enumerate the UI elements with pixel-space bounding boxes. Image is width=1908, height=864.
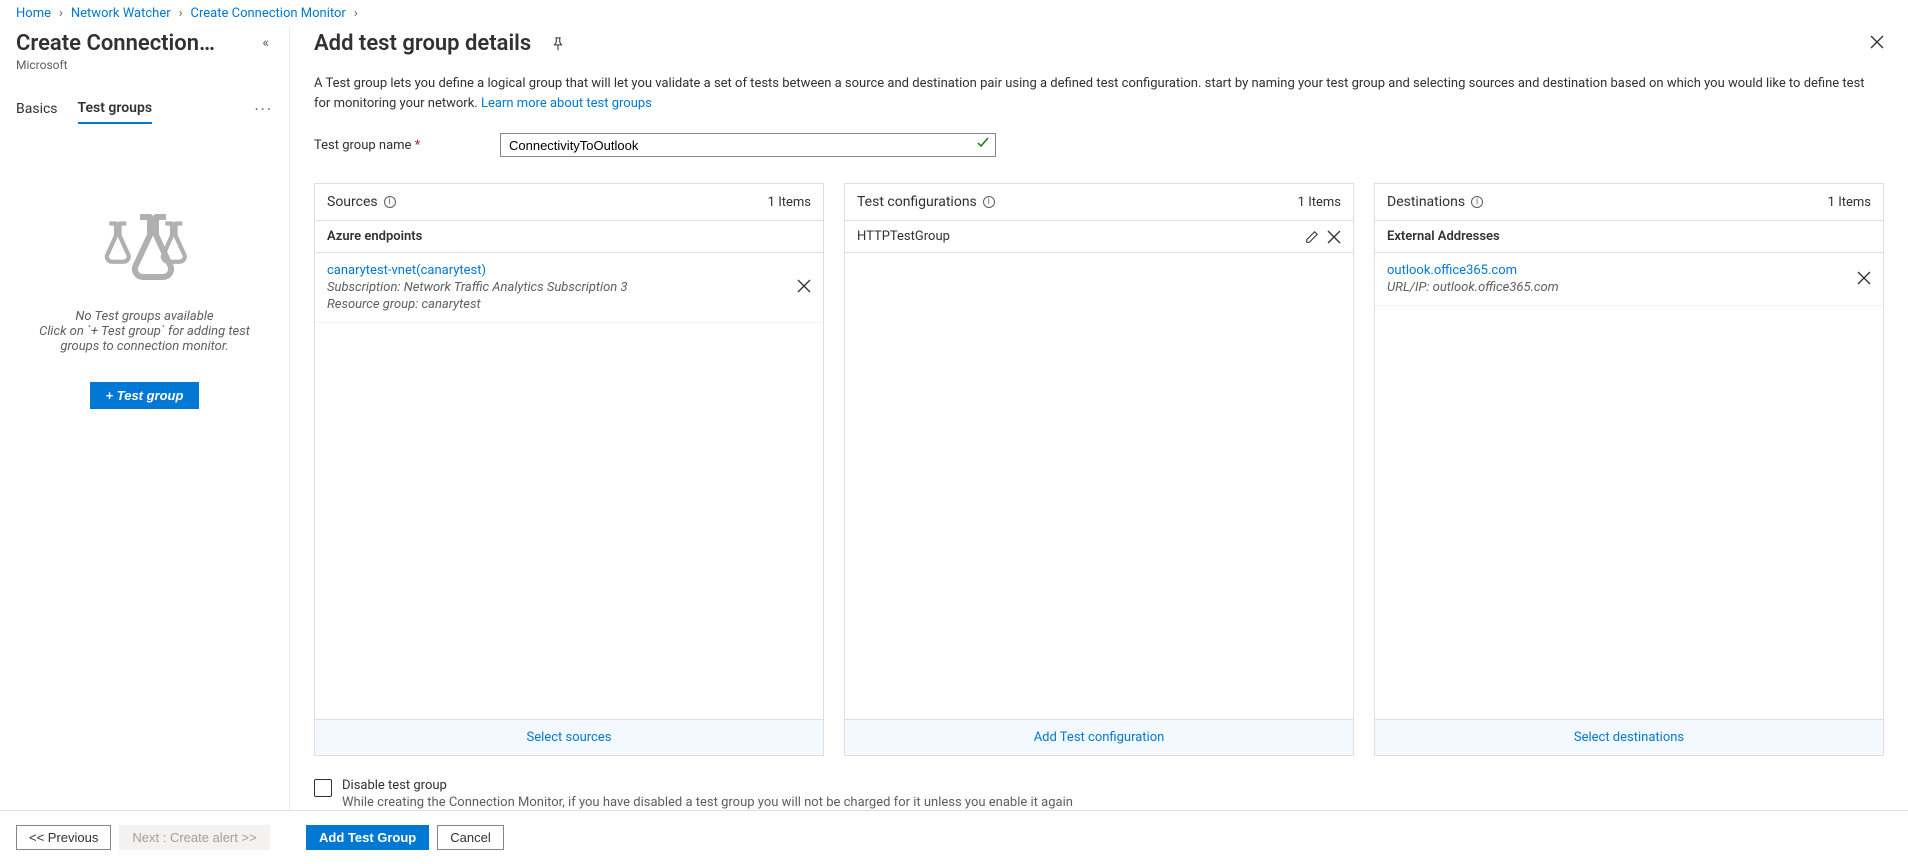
delete-config-icon[interactable] [1327,230,1341,244]
remove-source-icon[interactable] [797,277,811,298]
chevron-right-icon: › [59,6,63,21]
sidebar-subtitle: Microsoft [16,58,215,72]
sources-title: Sources [327,194,378,210]
configs-count: 1 Items [1298,195,1341,210]
empty-line2: Click on `+ Test group` for adding test [39,324,250,339]
breadcrumb-create-connection-monitor[interactable]: Create Connection Monitor [191,6,346,21]
page-title: Add test group details [314,31,531,56]
add-test-group-submit-button[interactable]: Add Test Group [306,825,429,850]
description: A Test group lets you define a logical g… [314,74,1884,113]
tab-test-groups[interactable]: Test groups [78,94,153,124]
destination-item: outlook.office365.com URL/IP: outlook.of… [1375,253,1883,306]
checkmark-icon [977,137,989,153]
destinations-card: Destinations i 1 Items External Addresse… [1374,183,1884,756]
info-icon[interactable]: i [983,196,995,208]
config-item-name: HTTPTestGroup [857,229,950,244]
add-test-config-link[interactable]: Add Test configuration [1034,730,1165,745]
configs-title: Test configurations [857,194,977,210]
empty-line1: No Test groups available [75,309,213,324]
empty-line3: groups to connection monitor. [60,339,228,354]
source-item: canarytest-vnet(canarytest) Subscription… [315,253,823,323]
destination-url: URL/IP: outlook.office365.com [1387,280,1559,295]
remove-destination-icon[interactable] [1857,269,1871,290]
source-subscription: Subscription: Network Traffic Analytics … [327,280,628,295]
sidebar: Create Connection… Microsoft « Basics Te… [0,27,290,810]
learn-more-link[interactable]: Learn more about test groups [481,96,652,111]
main-panel: Add test group details A Test group lets… [290,27,1908,810]
destinations-title: Destinations [1387,194,1465,210]
select-destinations-link[interactable]: Select destinations [1574,730,1684,745]
breadcrumb-network-watcher[interactable]: Network Watcher [71,6,171,21]
breadcrumb: Home › Network Watcher › Create Connecti… [0,0,1908,27]
sources-card: Sources i 1 Items Azure endpoints canar [314,183,824,756]
destinations-count: 1 Items [1828,195,1871,210]
test-group-name-input[interactable] [501,134,995,156]
more-icon[interactable]: ··· [254,100,273,119]
test-configs-card: Test configurations i 1 Items HTTPTestGr… [844,183,1354,756]
source-link[interactable]: canarytest-vnet(canarytest) [327,263,628,278]
info-icon[interactable]: i [1471,196,1483,208]
disable-test-group-checkbox[interactable] [314,779,332,797]
sources-subheader: Azure endpoints [315,220,823,253]
test-group-name-label: Test group name * [314,138,500,153]
info-icon[interactable]: i [384,196,396,208]
select-sources-link[interactable]: Select sources [527,730,612,745]
sidebar-title: Create Connection… [16,31,215,56]
source-resource-group: Resource group: canarytest [327,297,628,312]
chevron-right-icon: › [179,6,183,21]
close-icon[interactable] [1870,33,1884,54]
destination-link[interactable]: outlook.office365.com [1387,263,1559,278]
pin-icon[interactable] [547,33,569,55]
cancel-button[interactable]: Cancel [437,825,503,850]
next-button[interactable]: Next : Create alert >> [119,825,269,850]
collapse-sidebar-icon[interactable]: « [258,31,273,55]
previous-button[interactable]: << Previous [16,825,111,850]
breadcrumb-home[interactable]: Home [16,6,51,21]
disable-sub: While creating the Connection Monitor, i… [342,795,1073,810]
sources-count: 1 Items [768,195,811,210]
flask-icon [100,205,190,285]
disable-label: Disable test group [342,778,1073,793]
bottom-bar: << Previous Next : Create alert >> Add T… [0,810,1908,864]
tab-basics[interactable]: Basics [16,95,58,123]
add-test-group-button[interactable]: + Test group [90,382,200,409]
destinations-subheader: External Addresses [1375,220,1883,253]
edit-icon[interactable] [1305,230,1319,244]
chevron-right-icon: › [354,6,358,21]
